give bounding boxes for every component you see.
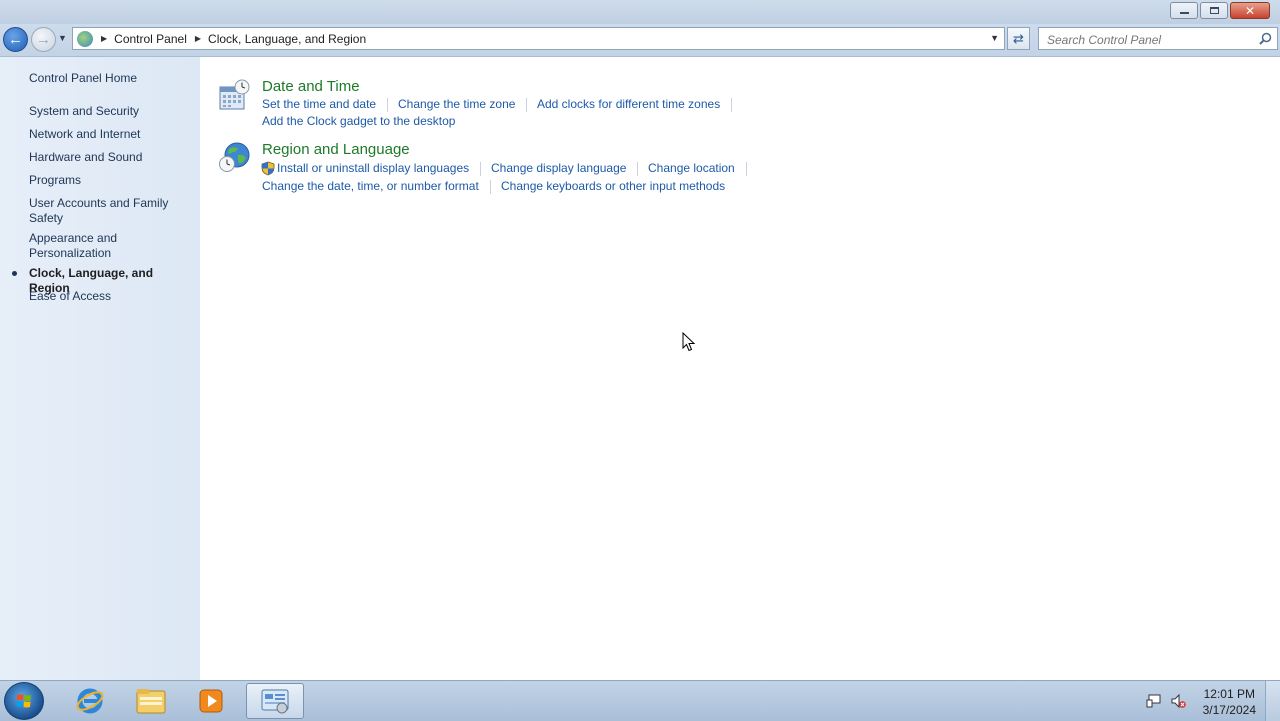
restore-icon — [1209, 7, 1219, 14]
refresh-icon: ⇄ — [1013, 30, 1024, 46]
start-button[interactable] — [4, 682, 44, 720]
sidebar-item-hardware-and-sound[interactable]: Hardware and Sound — [29, 150, 194, 165]
sidebar-item-appearance[interactable]: Appearance and Personalization — [29, 231, 139, 261]
task-separator — [746, 162, 747, 176]
breadcrumb-clock-language-region[interactable]: Clock, Language, and Region — [208, 32, 366, 46]
control-panel-taskbar-icon — [261, 689, 289, 714]
breadcrumb-chevron-icon[interactable]: ▶ — [101, 34, 107, 43]
taskbar-clock[interactable]: 12:01 PM 3/17/2024 — [1203, 686, 1256, 718]
sidebar-item-system-and-security[interactable]: System and Security — [29, 104, 194, 119]
windows-explorer-icon — [136, 689, 166, 714]
clock-date: 3/17/2024 — [1202, 703, 1256, 717]
search-input[interactable] — [1045, 29, 1254, 50]
task-change-time-zone[interactable]: Change the time zone — [398, 97, 515, 111]
forward-arrow-icon: → — [36, 31, 51, 48]
close-icon: ✕ — [1244, 3, 1256, 18]
search-box[interactable] — [1038, 27, 1278, 50]
back-button[interactable]: ← — [3, 27, 28, 52]
task-separator — [637, 162, 638, 176]
globe-clock-icon[interactable] — [218, 141, 250, 173]
search-icon[interactable] — [1259, 32, 1272, 45]
category-title-date-and-time[interactable]: Date and Time — [262, 78, 360, 95]
taskbar-windows-explorer[interactable] — [126, 683, 176, 719]
task-separator — [526, 98, 527, 112]
sidebar-item-user-accounts[interactable]: User Accounts and Family Safety — [29, 196, 179, 226]
task-change-keyboards[interactable]: Change keyboards or other input methods — [501, 179, 725, 193]
minimize-button[interactable] — [1170, 2, 1198, 19]
refresh-button[interactable]: ⇄ — [1007, 27, 1030, 50]
task-add-clock-gadget[interactable]: Add the Clock gadget to the desktop — [262, 114, 455, 128]
window-caption-buttons: ✕ — [1170, 2, 1270, 19]
volume-muted-icon[interactable] — [1170, 693, 1186, 709]
task-separator — [387, 98, 388, 112]
task-separator — [490, 180, 491, 194]
control-panel-icon — [77, 30, 93, 47]
windows-logo-icon — [16, 694, 31, 708]
category-title-region-and-language[interactable]: Region and Language — [262, 141, 410, 158]
breadcrumb-chevron-icon[interactable]: ▶ — [195, 34, 201, 43]
address-bar[interactable]: ▶ Control Panel ▶ Clock, Language, and R… — [72, 27, 1005, 50]
restore-button[interactable] — [1200, 2, 1228, 19]
action-center-flag-icon[interactable] — [1146, 693, 1162, 709]
forward-button[interactable]: → — [31, 27, 56, 52]
uac-shield-icon — [261, 161, 275, 176]
sidebar-item-ease-of-access[interactable]: Ease of Access — [29, 289, 194, 304]
navigation-bar: ← → ▼ ▶ Control Panel ▶ Clock, Language,… — [0, 24, 1280, 57]
taskbar-internet-explorer[interactable] — [65, 683, 115, 719]
sidebar-item-programs[interactable]: Programs — [29, 173, 194, 188]
task-add-clocks[interactable]: Add clocks for different time zones — [537, 97, 720, 111]
back-arrow-icon: ← — [8, 31, 23, 48]
task-separator — [480, 162, 481, 176]
mouse-cursor-icon — [682, 332, 696, 352]
media-player-icon — [199, 689, 223, 713]
active-item-bullet-icon — [12, 271, 17, 276]
sidebar: Control Panel Home System and Security N… — [0, 57, 200, 680]
task-change-date-time-number-format[interactable]: Change the date, time, or number format — [262, 179, 479, 193]
taskbar-control-panel[interactable] — [246, 683, 304, 719]
clock-time: 12:01 PM — [1203, 687, 1255, 701]
task-change-location[interactable]: Change location — [648, 161, 735, 175]
sidebar-item-control-panel-home[interactable]: Control Panel Home — [29, 71, 194, 86]
task-set-time-and-date[interactable]: Set the time and date — [262, 97, 376, 111]
main-content: Date and Time Set the time and date Chan… — [200, 57, 1280, 680]
sidebar-item-network-and-internet[interactable]: Network and Internet — [29, 127, 194, 142]
window-title-bar: ✕ — [0, 0, 1280, 24]
task-change-display-language[interactable]: Change display language — [491, 161, 626, 175]
address-dropdown-icon[interactable]: ▼ — [990, 33, 999, 43]
taskbar: 12:01 PM 3/17/2024 — [0, 680, 1280, 721]
calendar-clock-icon[interactable] — [218, 79, 250, 111]
breadcrumb-control-panel[interactable]: Control Panel — [114, 32, 187, 46]
taskbar-media-player[interactable] — [186, 683, 236, 719]
recent-pages-dropdown[interactable]: ▼ — [58, 33, 67, 43]
show-desktop-button[interactable] — [1265, 681, 1280, 721]
task-separator — [731, 98, 732, 112]
minimize-icon — [1179, 12, 1189, 14]
close-button[interactable]: ✕ — [1230, 2, 1270, 19]
internet-explorer-icon — [76, 688, 104, 714]
task-install-display-languages[interactable]: Install or uninstall display languages — [277, 161, 469, 175]
